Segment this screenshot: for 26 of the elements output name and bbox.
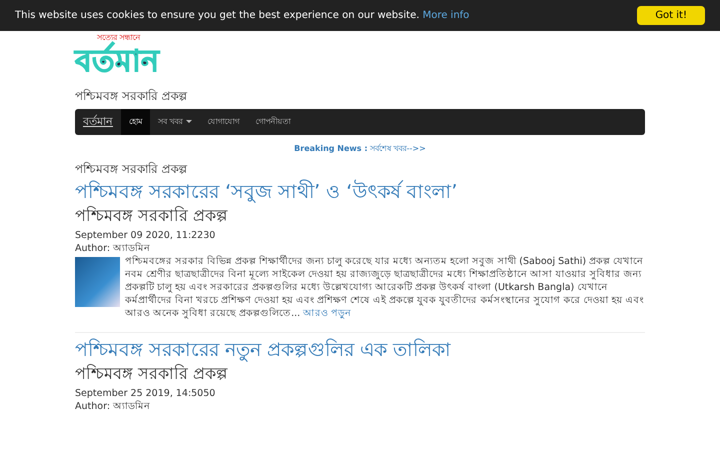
article-title-link[interactable]: পশ্চিমবঙ্গ সরকারের নতুন প্রকল্পগুলির এক তালিকা [75,337,452,363]
cookie-message: This website uses cookies to ensure you get the best experience on our website. More info [15,9,470,23]
nav-link[interactable]: হোম [121,109,150,135]
logo-tagline: সত্যের সন্ধানে [96,33,142,42]
article-author: Author: অ্যাডমিন [75,242,152,255]
logo-wordmark: বর্তমান [75,42,161,81]
section-title: পশ্চিমবঙ্গ সরকারি প্রকল্প [75,161,189,177]
breaking-news-label: Breaking News : [294,144,368,153]
article-author: Author: অ্যাডমিন [75,400,152,413]
article-subtitle: পশ্চিমবঙ্গ সরকারি প্রকল্প [75,363,229,385]
nav-link[interactable]: গোপনীয়তা [248,109,299,135]
nav-link[interactable]: যোগাযোগ [200,109,248,135]
article-date: September 25 2019, 14:5050 [75,387,216,400]
site-logo[interactable]: সত্যের সন্ধানে বর্তমান [75,33,225,83]
read-more-link[interactable]: আরও পড়ুন [303,308,352,319]
article-excerpt: পশ্চিমবঙ্গের সরকার বিভিন্ন প্রকল্প শিক্ষার্থীদের জন্য চালু করেছে যার মধ্যে অন্যতম হলো সবুজ সাথী (Sabooj Sathi) প্রকল্প যেখানে নবম শ্রেণীর ছাত্রছাত্রীদের বিনা মূল্যে সাইকেল দেওয়া হয় রাজ্যজুড়ে ছাত্রছাত্রীদের মধ্যে শিক্ষাপ্রতিষ্ঠানে আসা যাওয়ার সুবিধার জন্য প্রকল্পটি চালু হয় এবং সরকারের প্রকল্পগুলির মধ্যে উল্লেখযোগ্য আরেকটি প্রকল্প উৎকর্ষ বাংলা (Utkarsh Bangla) যেখানে কর্মপ্রার্থীদের বিনা খরচে প্রশিক্ষণ দেওয়া হয় এবং প্রশিক্ষণ শেষে এই প্রকল্পে যুবক যুবতীদের কর্মসংস্থানের সুযোগ করে দেওয়া হয় এবং আরও অনেক সুবিধা রয়েছে প্রকল্পগুলিতে... আরও পড়ুন [125,255,644,320]
article-subtitle: পশ্চিমবঙ্গ সরকারি প্রকল্প [75,205,229,227]
site-subtitle: পশ্চিমবঙ্গ সরকারি প্রকল্প [75,88,189,104]
breaking-news-link[interactable]: সর্বশেষ খবর-->> [370,144,426,153]
more-info-link[interactable]: More info [422,10,470,21]
article-title-link[interactable]: পশ্চিমবঙ্গ সরকারের ‘সবুজ সাথী’ ও ‘উৎকর্ষ বাংলা’ [75,179,458,205]
caret-icon [186,120,192,124]
nav-link[interactable]: সব খবর [150,109,200,135]
navbar-brand[interactable]: বর্তমান [75,109,121,135]
got-it-button[interactable]: Got it! [637,6,705,25]
article-date: September 09 2020, 11:2230 [75,229,216,242]
